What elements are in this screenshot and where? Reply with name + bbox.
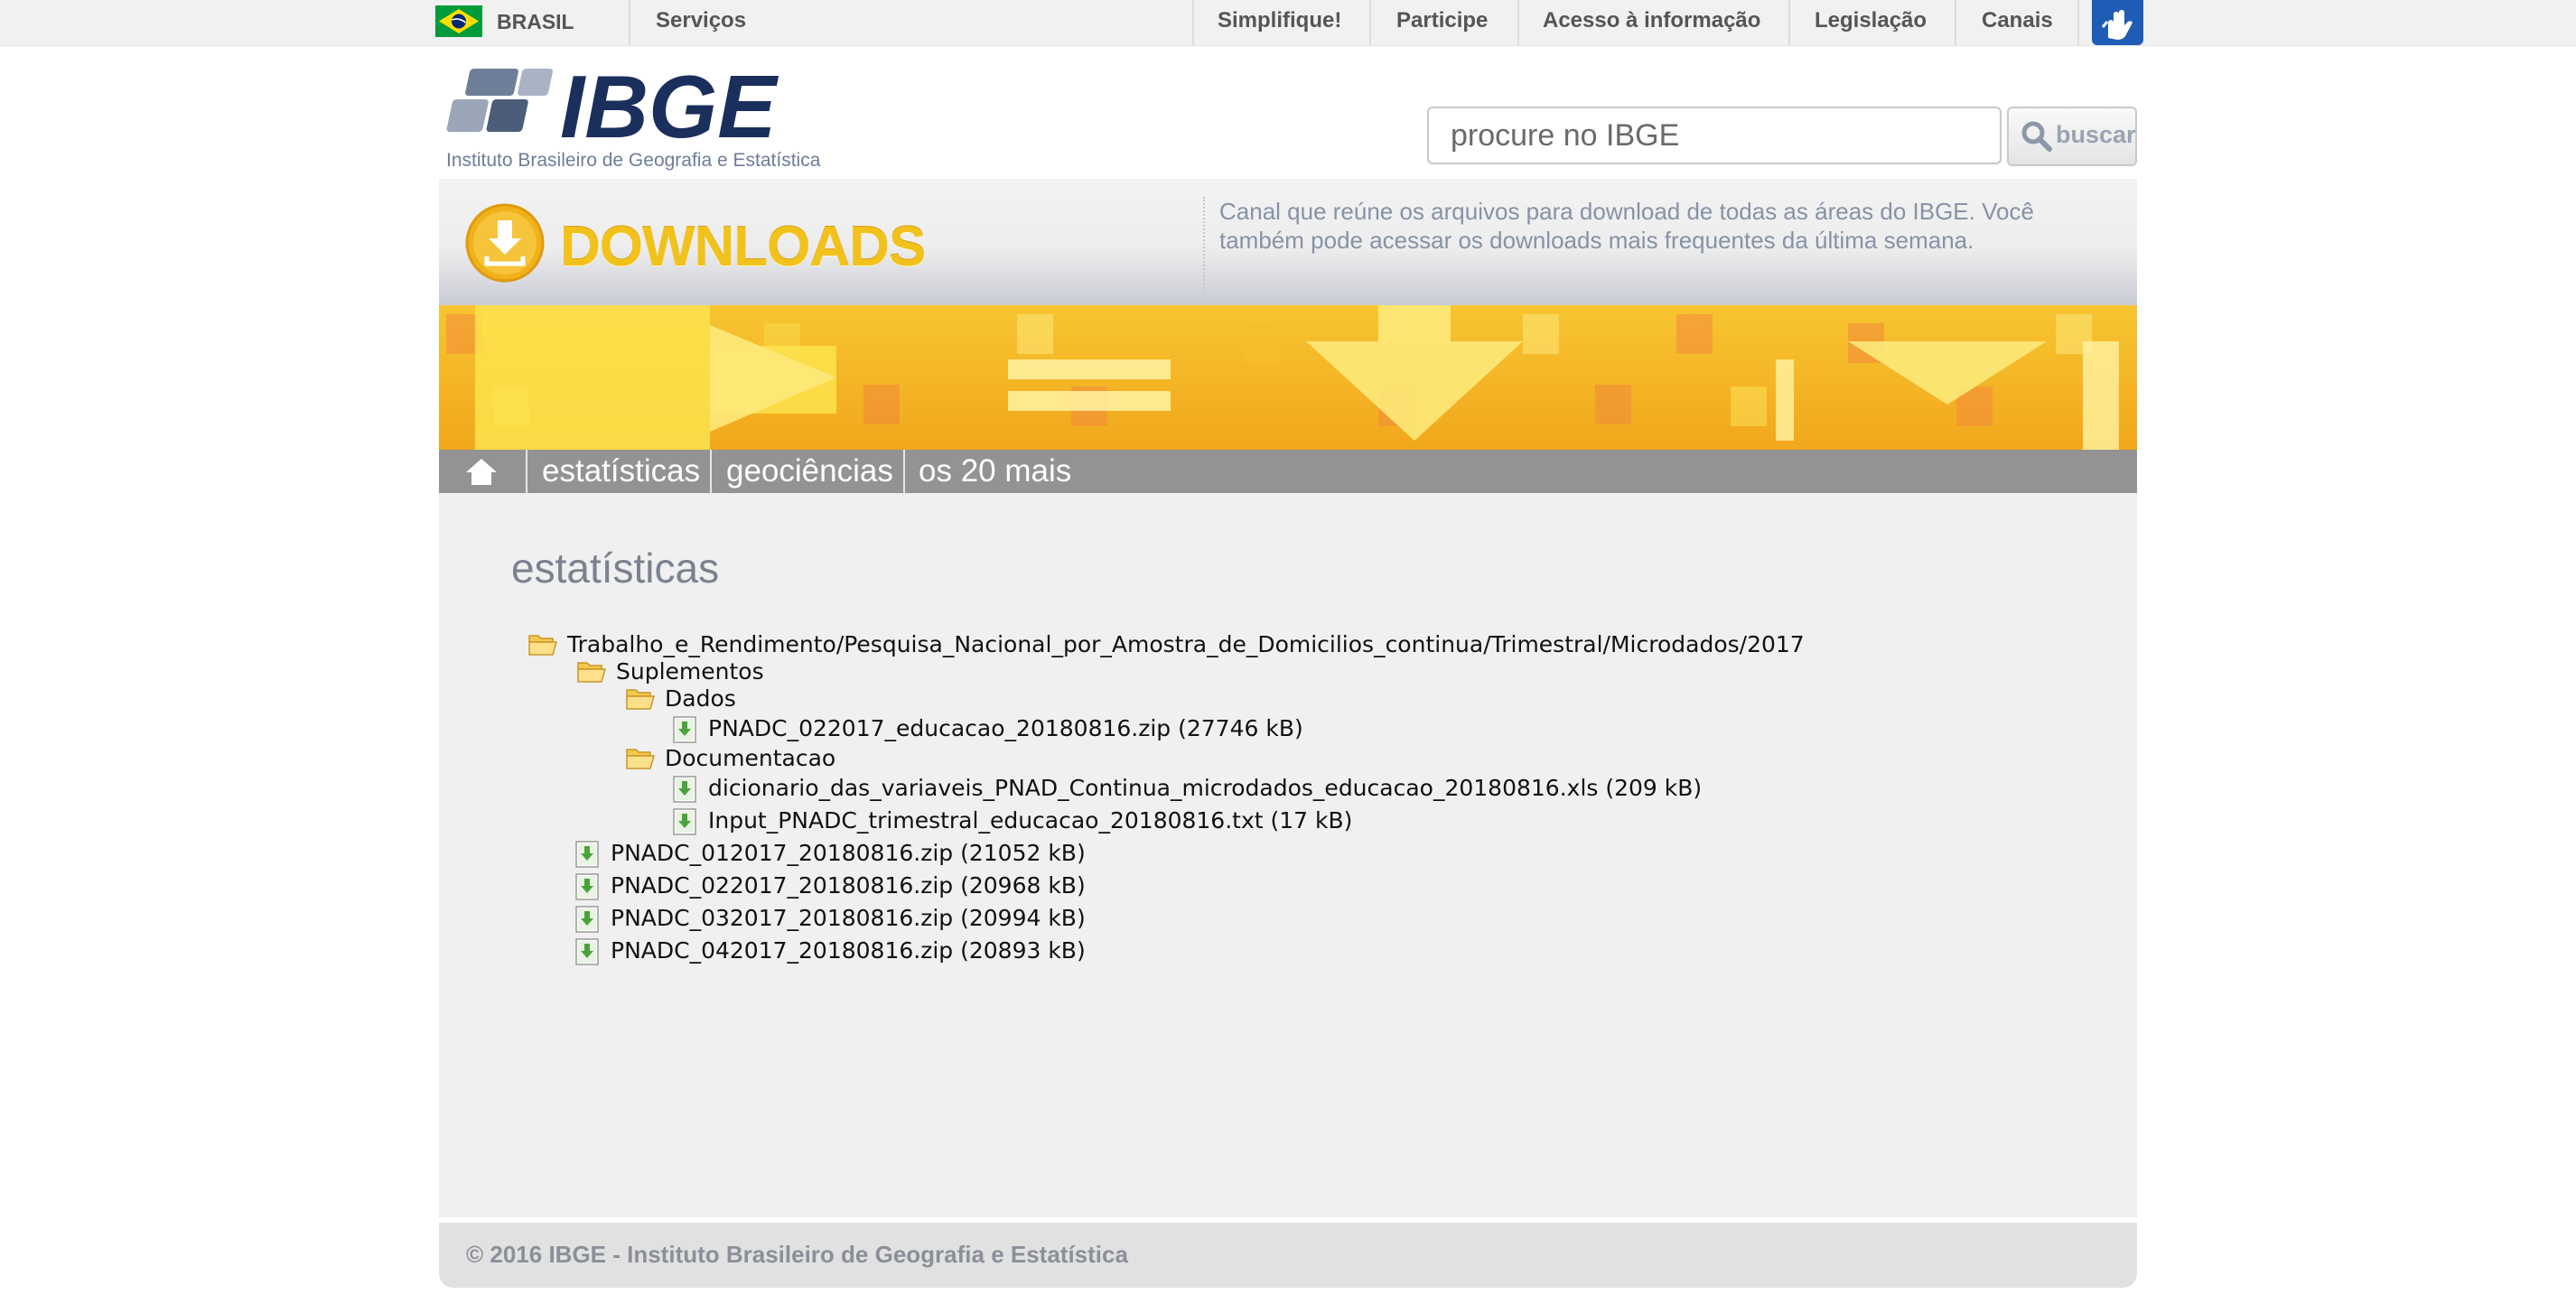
tree-label: dicionario_das_variaveis_PNAD_Continua_m… bbox=[708, 775, 1703, 801]
divider bbox=[2077, 0, 2079, 45]
logo-subtitle: Instituto Brasileiro de Geografia e Esta… bbox=[446, 150, 821, 171]
participe-link[interactable]: Participe bbox=[1396, 8, 1488, 33]
downloads-header: DOWNLOADS Canal que reúne os arquivos pa… bbox=[439, 179, 2137, 305]
tree-label: PNADC_022017_20180816.zip (20968 kB) bbox=[611, 872, 1086, 899]
accessibility-hands-icon bbox=[2101, 10, 2133, 40]
divider bbox=[629, 0, 630, 45]
brasil-link[interactable]: BRASIL bbox=[497, 10, 574, 34]
nav-os-20-mais[interactable]: os 20 mais bbox=[919, 453, 1071, 489]
downloads-banner-image bbox=[439, 305, 2137, 450]
main-content: estatísticas Trabalho_e_Rendimento/Pesqu… bbox=[439, 493, 2137, 1217]
folder-open-icon bbox=[626, 749, 655, 769]
download-circle-icon bbox=[465, 203, 545, 283]
folder-open-icon bbox=[577, 662, 606, 683]
tree-label: Input_PNADC_trimestral_educacao_20180816… bbox=[708, 807, 1353, 834]
download-file-icon bbox=[673, 808, 696, 835]
home-icon[interactable] bbox=[464, 457, 499, 486]
folder-open-icon bbox=[528, 635, 557, 656]
ibge-logo-mark: IBGE Instituto Brasileiro de Geografia e… bbox=[446, 57, 821, 171]
ibge-logo[interactable]: IBGE Instituto Brasileiro de Geografia e… bbox=[444, 57, 842, 173]
divider bbox=[1517, 0, 1519, 45]
divider bbox=[1788, 0, 1790, 45]
search-input[interactable] bbox=[1427, 107, 2002, 164]
copyright-text: © 2016 IBGE - Instituto Brasileiro de Ge… bbox=[466, 1241, 1128, 1268]
tree-label: Suplementos bbox=[616, 658, 764, 685]
downloads-title: DOWNLOADS bbox=[560, 216, 926, 278]
section-nav: estatísticas geociências os 20 mais bbox=[439, 450, 2137, 493]
brazil-flag-icon bbox=[435, 5, 482, 37]
download-file-icon bbox=[673, 776, 696, 803]
canais-link[interactable]: Canais bbox=[1982, 8, 2053, 33]
download-file-icon bbox=[673, 716, 696, 743]
divider bbox=[1203, 197, 1205, 294]
gov-top-bar: BRASIL Serviços Simplifique! Participe A… bbox=[0, 0, 2576, 46]
services-link[interactable]: Serviços bbox=[656, 8, 746, 33]
tree-label: PNADC_032017_20180816.zip (20994 kB) bbox=[611, 905, 1086, 931]
divider bbox=[1369, 0, 1371, 45]
libras-accessibility-button[interactable] bbox=[2092, 0, 2143, 45]
magnifier-icon bbox=[2021, 121, 2052, 152]
download-file-icon bbox=[575, 906, 599, 933]
search-button-label: buscar bbox=[2056, 121, 2136, 148]
footer: © 2016 IBGE - Instituto Brasileiro de Ge… bbox=[439, 1223, 2137, 1288]
download-file-icon bbox=[575, 873, 599, 900]
tree-label: PNADC_012017_20180816.zip (21052 kB) bbox=[611, 840, 1086, 866]
nav-estatisticas[interactable]: estatísticas bbox=[542, 453, 700, 489]
download-file-icon bbox=[575, 938, 599, 965]
downloads-description: Canal que reúne os arquivos para downloa… bbox=[1219, 198, 2034, 254]
tree-label: Trabalho_e_Rendimento/Pesquisa_Nacional_… bbox=[567, 631, 1805, 657]
download-file-icon bbox=[575, 841, 599, 868]
tree-label: PNADC_042017_20180816.zip (20893 kB) bbox=[611, 937, 1086, 964]
tree-label: Dados bbox=[665, 685, 736, 712]
divider bbox=[903, 450, 905, 493]
tree-label: PNADC_022017_educacao_20180816.zip (2774… bbox=[708, 715, 1303, 741]
tree-label: Documentacao bbox=[665, 745, 836, 771]
nav-geociencias[interactable]: geociências bbox=[726, 453, 893, 489]
folder-open-icon bbox=[626, 689, 655, 710]
acesso-informacao-link[interactable]: Acesso à informação bbox=[1543, 8, 1760, 33]
divider bbox=[526, 450, 527, 493]
logo-wordmark: IBGE bbox=[560, 63, 779, 156]
search-button[interactable]: buscar bbox=[2007, 107, 2137, 166]
section-title: estatísticas bbox=[511, 545, 720, 591]
legislacao-link[interactable]: Legislação bbox=[1815, 8, 1927, 33]
simplifique-link[interactable]: Simplifique! bbox=[1218, 8, 1341, 33]
divider bbox=[1192, 0, 1194, 45]
divider bbox=[710, 450, 712, 493]
divider bbox=[1955, 0, 1956, 45]
